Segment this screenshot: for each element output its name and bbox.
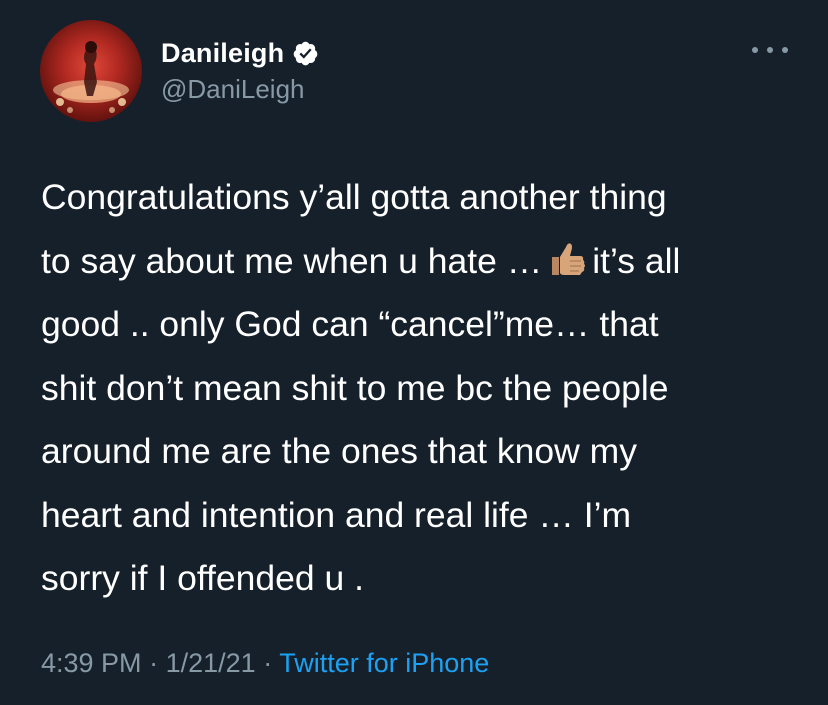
avatar[interactable] — [40, 20, 142, 122]
tweet-text-segment: it’s all — [592, 240, 681, 281]
tweet-text-segment: to say about me when u hate … — [41, 240, 543, 281]
author-handle[interactable]: @DaniLeigh — [161, 74, 304, 105]
author-name-row[interactable]: Danileigh — [161, 38, 319, 69]
tweet-text-line: around me are the ones that know my — [41, 431, 637, 471]
display-name[interactable]: Danileigh — [161, 38, 284, 69]
tweet-source-link[interactable]: Twitter for iPhone — [279, 648, 489, 678]
tweet-meta: 4:39 PM · 1/21/21 · Twitter for iPhone — [41, 648, 489, 679]
more-dot — [782, 47, 788, 53]
tweet-time[interactable]: 4:39 PM — [41, 648, 142, 678]
tweet-text-line: good .. only God can “cancel”me… that — [41, 304, 659, 344]
tweet-text-line: heart and intention and real life … I’m — [41, 494, 632, 535]
more-dot — [767, 47, 773, 53]
tweet-text-line: Congratulations y’all gotta another thin… — [41, 177, 667, 217]
verified-badge-icon — [292, 40, 319, 67]
thumbs-up-icon — [546, 236, 586, 276]
avatar-image — [53, 41, 129, 113]
meta-separator: · — [149, 648, 159, 678]
more-dot — [752, 47, 758, 53]
tweet-text: Congratulations y’all gotta another thin… — [41, 166, 801, 611]
tweet-date[interactable]: 1/21/21 — [166, 648, 256, 678]
tweet-card: Danileigh @DaniLeigh Congratulations y’a… — [0, 0, 828, 705]
meta-separator: · — [263, 648, 273, 678]
tweet-text-line: sorry if I offended u . — [41, 558, 364, 598]
tweet-text-line: shit don’t mean shit to me bc the people — [41, 367, 669, 408]
more-options-button[interactable] — [752, 40, 788, 60]
tweet-text-line: to say about me when u hate … it’s all — [41, 230, 801, 294]
